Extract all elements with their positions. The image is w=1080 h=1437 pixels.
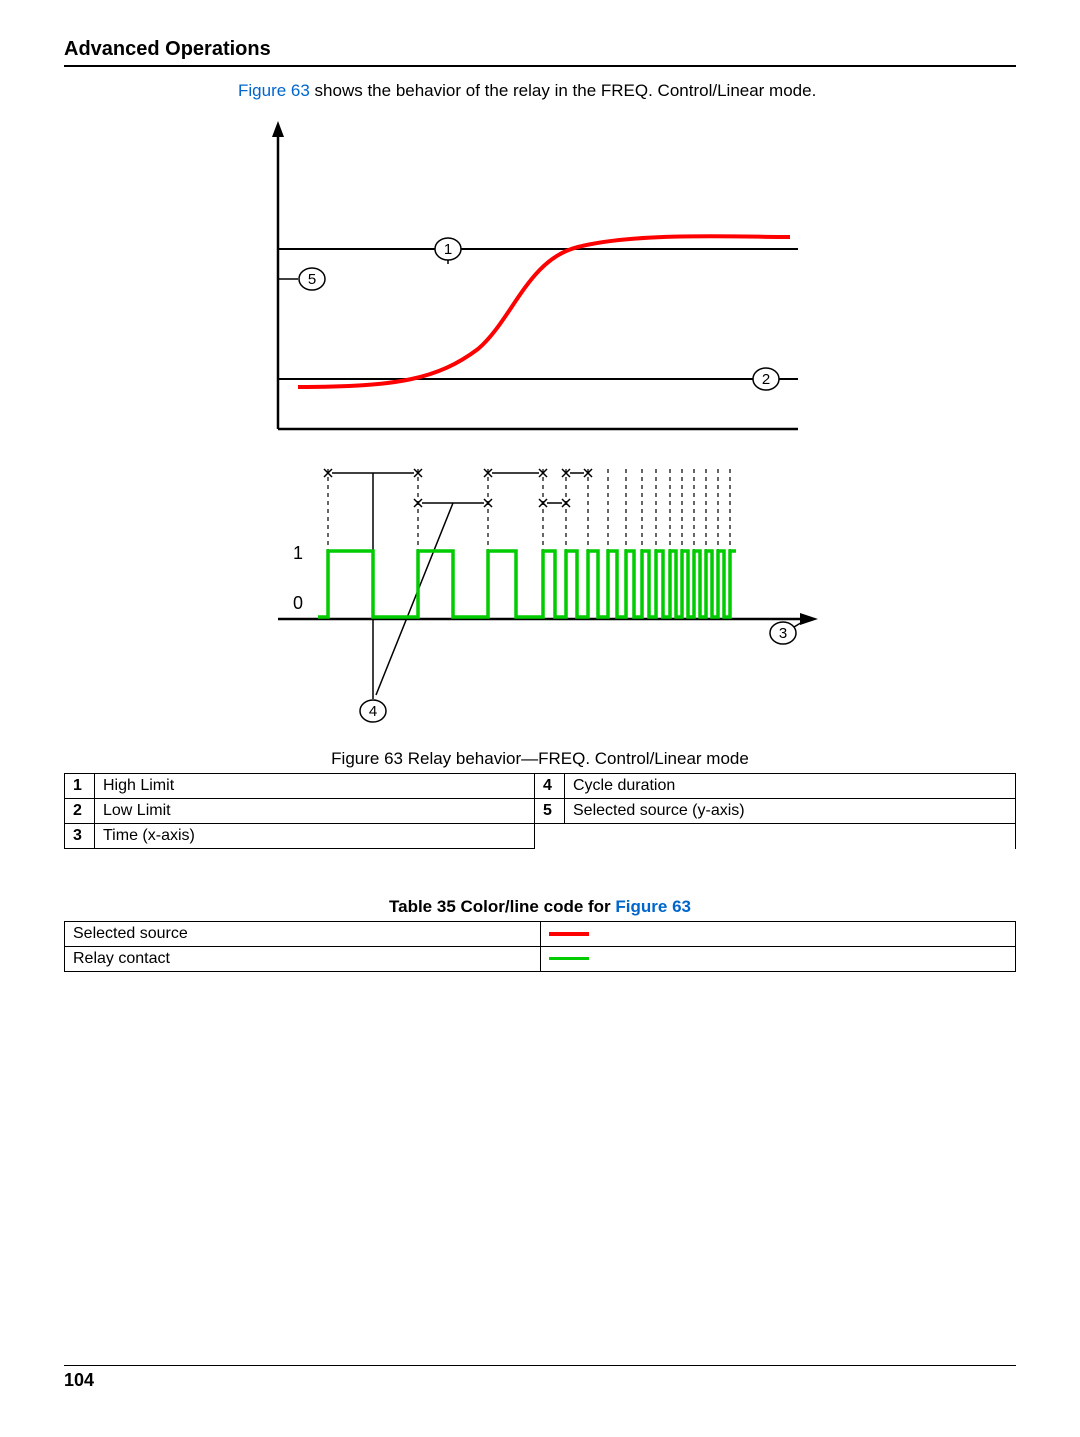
rule-top (64, 65, 1016, 67)
ytick-1: 1 (293, 543, 303, 563)
legend-num: 3 (65, 824, 95, 849)
figure-ref-link[interactable]: Figure 63 (238, 81, 310, 100)
intro-rest: shows the behavior of the relay in the F… (310, 81, 816, 100)
svg-text:2: 2 (762, 371, 770, 388)
legend-label: Low Limit (95, 799, 535, 824)
legend-label: Time (x-axis) (95, 824, 535, 849)
callout-5: 5 (278, 268, 325, 290)
svg-text:1: 1 (444, 241, 452, 258)
figure-intro: Figure 63 shows the behavior of the rela… (238, 81, 1016, 101)
red-swatch (549, 932, 589, 936)
svg-text:4: 4 (369, 703, 377, 720)
code-row-swatch (540, 922, 1016, 947)
callout-1: 1 (435, 238, 461, 264)
legend-num: 4 (535, 774, 565, 799)
svg-text:3: 3 (779, 625, 787, 642)
ytick-0: 0 (293, 593, 303, 613)
page-number: 104 (64, 1370, 1016, 1391)
green-swatch (549, 957, 589, 960)
code-row-label: Relay contact (65, 947, 541, 972)
page-footer: 104 (64, 1365, 1016, 1391)
figure-caption: Figure 63 Relay behavior—FREQ. Control/L… (64, 749, 1016, 769)
figure-ref-link-2[interactable]: Figure 63 (615, 897, 691, 916)
rule-bottom (64, 1365, 1016, 1366)
svg-text:5: 5 (308, 271, 316, 288)
legend-num: 5 (535, 799, 565, 824)
section-heading: Advanced Operations (64, 38, 1016, 61)
callout-2: 2 (753, 368, 798, 390)
legend-label: Selected source (y-axis) (565, 799, 1016, 824)
legend-label: Cycle duration (565, 774, 1016, 799)
figure-svg: 1 5 2 1 0 (238, 119, 838, 739)
callout-3: 3 (770, 621, 804, 644)
legend-num: 1 (65, 774, 95, 799)
figure-63: 1 5 2 1 0 (238, 119, 1016, 739)
code-row-swatch (540, 947, 1016, 972)
legend-label: High Limit (95, 774, 535, 799)
legend-num: 2 (65, 799, 95, 824)
cycle-brackets (324, 469, 592, 507)
table-35-caption: Table 35 Color/line code for Figure 63 (64, 897, 1016, 917)
code-row-label: Selected source (65, 922, 541, 947)
color-code-table: Selected source Relay contact (64, 921, 1016, 972)
legend-table: 1 High Limit 4 Cycle duration 2 Low Limi… (64, 773, 1016, 849)
table-caption-prefix: Table 35 Color/line code for (389, 897, 615, 916)
